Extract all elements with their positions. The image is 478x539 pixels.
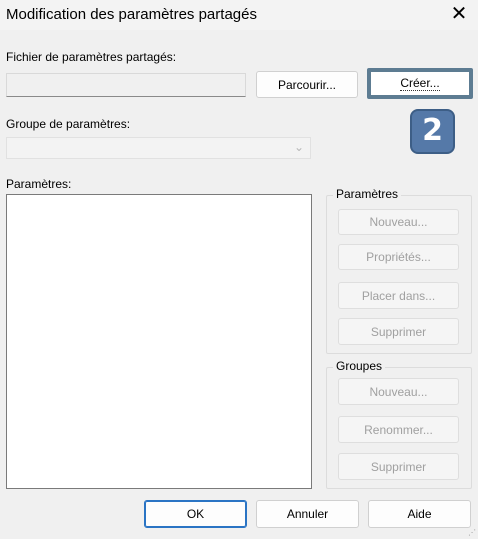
parameter-properties-label: Propriétés... (366, 250, 431, 264)
resize-grip-icon[interactable]: ⋰ (468, 528, 476, 537)
cancel-button[interactable]: Annuler (256, 500, 359, 528)
close-icon[interactable]: ✕ (448, 3, 470, 25)
place-in-button[interactable]: Placer dans... (338, 282, 459, 309)
parameter-properties-button[interactable]: Propriétés... (338, 244, 459, 270)
new-parameter-button[interactable]: Nouveau... (338, 209, 459, 235)
browse-button[interactable]: Parcourir... (256, 71, 358, 98)
chevron-down-icon: ⌄ (293, 140, 304, 154)
cancel-button-label: Annuler (286, 507, 329, 521)
shared-file-label: Fichier de paramètres partagés: (6, 50, 177, 64)
rename-group-button[interactable]: Renommer... (338, 416, 459, 443)
delete-parameter-label: Supprimer (370, 324, 427, 339)
parameters-groupbox-title: Paramètres (333, 187, 402, 201)
parameter-group-select[interactable]: ⌄ (6, 137, 311, 159)
create-button-label: Créer... (400, 76, 440, 91)
place-in-label: Placer dans... (361, 288, 436, 303)
ok-button-label: OK (186, 507, 205, 521)
new-parameter-label: Nouveau... (369, 215, 428, 229)
delete-parameter-button[interactable]: Supprimer (338, 318, 459, 345)
new-group-button[interactable]: Nouveau... (338, 378, 459, 405)
new-group-label: Nouveau... (369, 384, 428, 399)
shared-file-field (6, 73, 246, 97)
title-bar: Modification des paramètres partagés ✕ (0, 0, 478, 30)
window-title: Modification des paramètres partagés (6, 6, 257, 23)
help-button-label: Aide (407, 507, 432, 521)
delete-group-button[interactable]: Supprimer (338, 453, 459, 480)
step-badge: 2 (410, 109, 455, 154)
delete-group-label: Supprimer (370, 459, 427, 474)
parameters-listbox[interactable] (6, 194, 312, 489)
create-button[interactable]: Créer... (367, 68, 473, 99)
help-button[interactable]: Aide (368, 500, 471, 528)
browse-button-label: Parcourir... (277, 77, 337, 92)
rename-group-label: Renommer... (364, 422, 433, 437)
parameters-list-label: Paramètres: (6, 177, 72, 191)
parameter-group-label: Groupe de paramètres: (6, 117, 131, 131)
ok-button[interactable]: OK (144, 500, 247, 528)
groups-groupbox-title: Groupes (333, 359, 386, 373)
